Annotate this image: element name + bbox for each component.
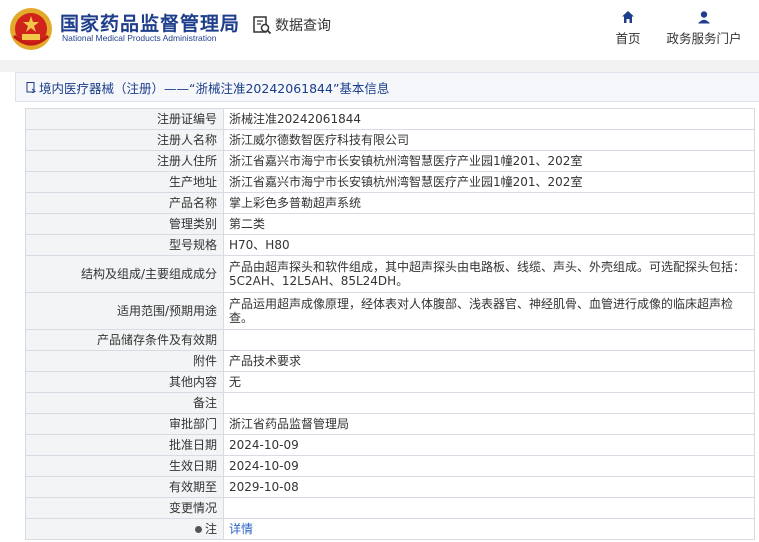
row-label: 注册人住所 xyxy=(25,150,224,172)
brand-title-cn[interactable]: 国家药品监督管理局 xyxy=(60,9,240,36)
note-label: 注 xyxy=(204,522,217,536)
row-value: 浙江威尔德数智医疗科技有限公司 xyxy=(223,129,755,151)
site-header: 国家药品监督管理局 National Medical Products Admi… xyxy=(0,0,759,60)
table-row: 注册人名称 浙江威尔德数智医疗科技有限公司 xyxy=(25,129,755,151)
bullet-icon xyxy=(194,526,202,533)
row-label: 注册证编号 xyxy=(25,108,224,130)
table-row: 其他内容无 xyxy=(25,371,755,393)
row-value xyxy=(223,329,755,351)
row-label: 附件 xyxy=(25,350,224,372)
row-value: 浙械注准20242061844 xyxy=(223,108,755,130)
row-label: 产品名称 xyxy=(25,192,224,214)
brand-title-en: National Medical Products Administration xyxy=(62,33,217,43)
table-row: 附件 产品技术要求 xyxy=(25,350,755,372)
nav-home-label: 首页 xyxy=(615,31,641,46)
header-divider xyxy=(0,60,759,72)
row-value: 浙江省嘉兴市海宁市长安镇杭州湾智慧医疗产业园1幢201、202室 xyxy=(223,171,755,193)
row-value: 第二类 xyxy=(223,213,755,235)
row-label: 注册人名称 xyxy=(25,129,224,151)
table-row: 注册证编号 浙械注准20242061844 xyxy=(25,108,755,130)
note-value-cell: 详情 xyxy=(223,518,755,540)
row-label: 生效日期 xyxy=(25,455,224,477)
home-icon xyxy=(622,11,634,23)
row-value: 无 xyxy=(223,371,755,393)
table-row: 生效日期 2024-10-09 xyxy=(25,455,755,477)
row-value: H70、H80 xyxy=(223,234,755,256)
row-label: 产品储存条件及有效期 xyxy=(25,329,224,351)
table-row: 产品储存条件及有效期 xyxy=(25,329,755,351)
row-label: 管理类别 xyxy=(25,213,224,235)
table-row: 有效期至 2029-10-08 xyxy=(25,476,755,498)
row-label: 结构及组成/主要组成成分 xyxy=(25,255,224,293)
user-icon xyxy=(698,11,710,24)
table-row: 型号规格 H70、H80 xyxy=(25,234,755,256)
nav-service-portal-button[interactable]: 政务服务门户 xyxy=(664,10,744,47)
row-value: 浙江省嘉兴市海宁市长安镇杭州湾智慧医疗产业园1幢201、202室 xyxy=(223,150,755,172)
row-label: 型号规格 xyxy=(25,234,224,256)
row-label: 批准日期 xyxy=(25,434,224,456)
row-value: 掌上彩色多普勒超声系统 xyxy=(223,192,755,214)
row-label: 其他内容 xyxy=(25,371,224,393)
table-row: 结构及组成/主要组成成分 产品由超声探头和软件组成，其中超声探头由电路板、线缆、声… xyxy=(25,255,755,293)
table-row: 适用范围/预期用途 产品运用超声成像原理，经体表对人体腹部、浅表器官、神经肌骨、血… xyxy=(25,292,755,330)
row-value xyxy=(223,497,755,519)
row-label: 审批部门 xyxy=(25,413,224,435)
nav-service-label: 政务服务门户 xyxy=(666,31,742,46)
row-value: 2024-10-09 xyxy=(223,455,755,477)
table-row: 注册人住所 浙江省嘉兴市海宁市长安镇杭州湾智慧医疗产业园1幢201、202室 xyxy=(25,150,755,172)
row-value: 2024-10-09 xyxy=(223,434,755,456)
row-label: 变更情况 xyxy=(25,497,224,519)
table-row: 审批部门 浙江省药品监督管理局 xyxy=(25,413,755,435)
note-label-cell: 注 xyxy=(25,518,224,540)
row-value: 产品由超声探头和软件组成，其中超声探头由电路板、线缆、声头、外壳组成。可选配探头… xyxy=(223,255,755,293)
row-label: 生产地址 xyxy=(25,171,224,193)
table-row: 批准日期 2024-10-09 xyxy=(25,434,755,456)
table-row: 生产地址 浙江省嘉兴市海宁市长安镇杭州湾智慧医疗产业园1幢201、202室 xyxy=(25,171,755,193)
row-value: 产品技术要求 xyxy=(223,350,755,372)
document-search-icon xyxy=(253,16,272,35)
table-row: 变更情况 xyxy=(25,497,755,519)
nav-home-button[interactable]: 首页 xyxy=(612,10,644,47)
detail-table: 注册证编号 浙械注准20242061844 注册人名称 浙江威尔德数智医疗科技有限公司… xyxy=(25,108,755,540)
data-search-link[interactable]: 数据查询 xyxy=(252,15,331,35)
detail-panel: 境内医疗器械（注册）——“浙械注准20242061844”基本信息 注册证编号浙… xyxy=(15,72,759,542)
detail-link[interactable]: 详情 xyxy=(229,522,253,536)
page-icon xyxy=(26,81,36,93)
row-label: 适用范围/预期用途 xyxy=(25,292,224,330)
table-row: 管理类别 第二类 xyxy=(25,213,755,235)
row-value: 产品运用超声成像原理，经体表对人体腹部、浅表器官、神经肌骨、血管进行成像的临床超… xyxy=(223,292,755,330)
breadcrumb-text: 境内医疗器械（注册）——“浙械注准20242061844”基本信息 xyxy=(39,80,390,96)
table-row-note: 注详情 xyxy=(25,518,755,540)
row-value: 2029-10-08 xyxy=(223,476,755,498)
national-emblem-logo-icon xyxy=(10,8,52,50)
row-label: 备注 xyxy=(25,392,224,414)
row-value xyxy=(223,392,755,414)
data-search-label: 数据查询 xyxy=(275,18,331,34)
row-value: 浙江省药品监督管理局 xyxy=(223,413,755,435)
row-label: 有效期至 xyxy=(25,476,224,498)
table-row: 产品名称 掌上彩色多普勒超声系统 xyxy=(25,192,755,214)
breadcrumb: 境内医疗器械（注册）——“浙械注准20242061844”基本信息 xyxy=(15,72,759,102)
table-row: 备注 xyxy=(25,392,755,414)
